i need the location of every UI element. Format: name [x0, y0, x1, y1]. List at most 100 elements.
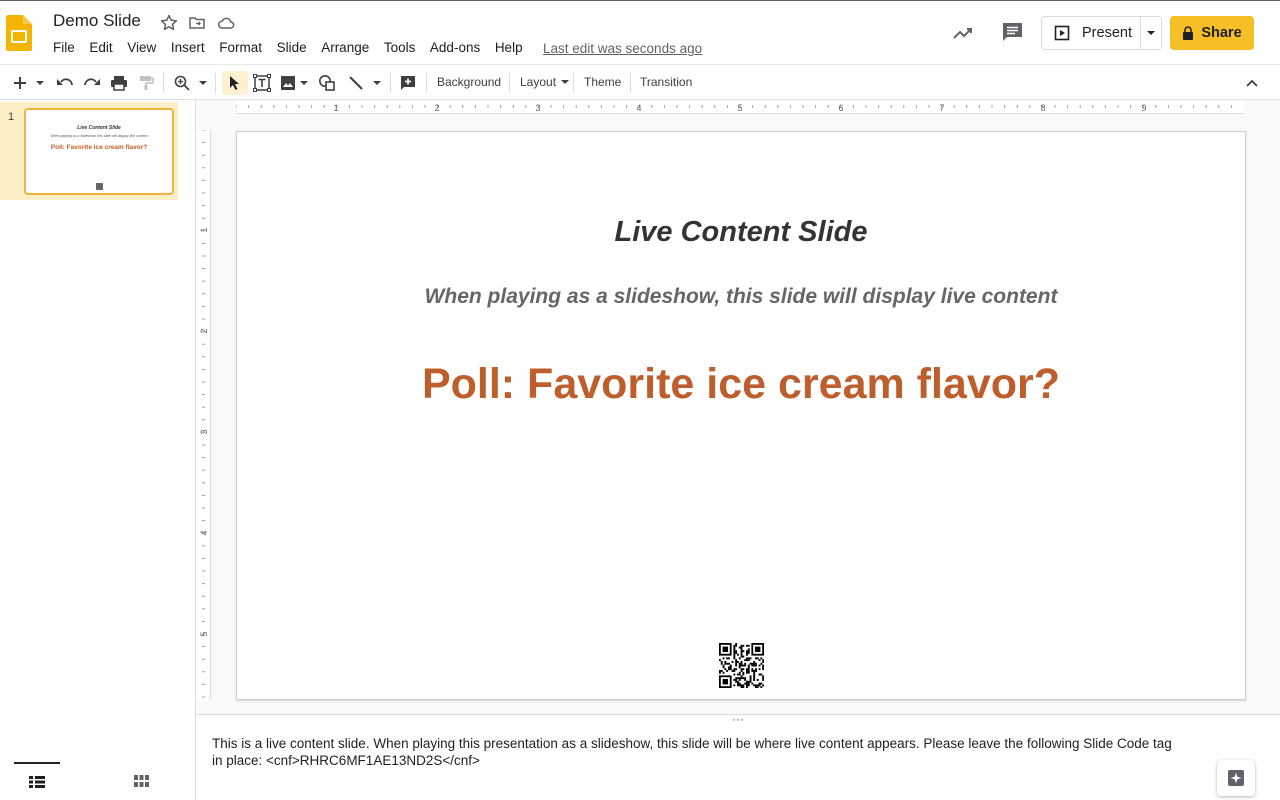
text-box-icon[interactable]: [250, 71, 274, 95]
qr-module: [755, 668, 757, 671]
qr-module: [746, 680, 748, 683]
share-label: Share: [1201, 25, 1242, 41]
thumbnail-subtitle: When playing as a slideshow, this slide …: [50, 134, 148, 138]
shape-icon[interactable]: [315, 71, 339, 95]
menu-view[interactable]: View: [127, 40, 156, 58]
qr-module: [746, 652, 748, 654]
qr-module: [737, 673, 739, 676]
horizontal-ruler[interactable]: 1 2 3 4 5 6 7 8 9: [236, 100, 1244, 114]
comments-icon[interactable]: [1000, 20, 1026, 46]
qr-module: [760, 657, 763, 660]
menu-insert[interactable]: Insert: [171, 40, 205, 58]
qr-module: [751, 682, 754, 685]
layout-button[interactable]: Layout: [520, 75, 570, 89]
qr-module: [733, 684, 736, 687]
undo-icon[interactable]: [53, 71, 77, 95]
slide-canvas[interactable]: Live Content Slide When playing as a sli…: [236, 131, 1246, 700]
qr-module: [751, 664, 754, 667]
qr-module: [744, 659, 747, 662]
present-label: Present: [1082, 25, 1132, 41]
zoom-dropdown-icon[interactable]: [196, 71, 210, 95]
redo-icon[interactable]: [80, 71, 104, 95]
qr-module: [762, 668, 765, 671]
qr-module: [747, 682, 750, 685]
qr-module: [733, 679, 736, 681]
caret-down-icon: [1147, 31, 1155, 35]
present-button[interactable]: Present: [1042, 17, 1141, 49]
qr-module: [746, 650, 748, 653]
qr-module: [762, 659, 765, 662]
toolbar-divider: [630, 73, 631, 93]
speaker-notes-panel[interactable]: This is a live content slide. When playi…: [197, 724, 1280, 800]
share-button[interactable]: Share: [1170, 16, 1254, 50]
menu-tools[interactable]: Tools: [384, 40, 416, 58]
qr-module: [740, 653, 743, 656]
present-options-dropdown[interactable]: [1141, 17, 1161, 49]
slides-logo-icon[interactable]: [6, 15, 32, 51]
qr-module: [756, 657, 759, 660]
image-dropdown-icon[interactable]: [298, 71, 310, 95]
new-slide-layout-dropdown-icon[interactable]: [33, 71, 47, 95]
present-icon: [1054, 25, 1070, 41]
print-icon[interactable]: [107, 71, 131, 95]
menu-help[interactable]: Help: [495, 40, 523, 58]
ruler-mark: 5: [737, 103, 742, 113]
cloud-saved-icon[interactable]: [216, 13, 236, 33]
qr-module: [737, 680, 739, 683]
document-title[interactable]: Demo Slide: [53, 11, 141, 31]
paint-format-icon[interactable]: [134, 71, 158, 95]
qr-module: [735, 659, 738, 662]
menu-file[interactable]: File: [53, 40, 75, 58]
layout-label: Layout: [520, 75, 557, 89]
collapse-icon[interactable]: [1240, 71, 1264, 95]
move-to-folder-icon[interactable]: [187, 13, 207, 33]
slide-subtitle[interactable]: When playing as a slideshow, this slide …: [237, 285, 1245, 309]
vertical-ruler[interactable]: 1 2 3 4 5: [197, 130, 211, 700]
qr-module: [731, 670, 734, 672]
select-icon[interactable]: [222, 71, 248, 95]
qr-module: [758, 684, 761, 687]
slide-thumbnail[interactable]: Live Content Slide When playing as a sli…: [24, 108, 174, 195]
image-icon[interactable]: [278, 71, 298, 95]
qr-module: [719, 671, 721, 674]
background-button[interactable]: Background: [437, 75, 501, 89]
qr-module: [762, 664, 765, 667]
qr-module: [742, 686, 745, 689]
last-edit-link[interactable]: Last edit was seconds ago: [543, 41, 702, 56]
slide-poll-question[interactable]: Poll: Favorite ice cream flavor?: [237, 360, 1245, 409]
notes-resize-handle[interactable]: •••: [197, 714, 1280, 724]
explore-icon[interactable]: [1217, 760, 1255, 796]
qr-module: [735, 677, 738, 680]
new-slide-icon[interactable]: [8, 71, 32, 95]
qr-module: [742, 668, 745, 671]
theme-button[interactable]: Theme: [584, 75, 621, 89]
menu-format[interactable]: Format: [219, 40, 262, 58]
transition-button[interactable]: Transition: [640, 75, 692, 89]
qr-module: [722, 671, 725, 674]
qr-module: [755, 684, 757, 687]
qr-module: [747, 644, 750, 647]
qr-module: [747, 648, 750, 651]
menu-slide[interactable]: Slide: [277, 40, 307, 58]
zoom-icon[interactable]: [170, 71, 194, 95]
star-icon[interactable]: [159, 13, 179, 33]
menu-arrange[interactable]: Arrange: [321, 40, 369, 58]
slide-filmstrip: 1 Live Content Slide When playing as a s…: [0, 100, 196, 762]
list-view-icon[interactable]: [14, 762, 60, 800]
grid-view-icon[interactable]: [118, 762, 164, 800]
filmstrip-slide-row[interactable]: 1 Live Content Slide When playing as a s…: [0, 102, 178, 200]
add-comment-icon[interactable]: [396, 71, 420, 95]
qr-module: [742, 655, 745, 658]
qr-code-image[interactable]: [719, 643, 765, 689]
activity-dashboard-icon[interactable]: [950, 20, 976, 46]
qr-module: [756, 679, 759, 681]
menu-edit[interactable]: Edit: [89, 40, 112, 58]
line-icon[interactable]: [344, 71, 368, 95]
speaker-notes-text[interactable]: This is a live content slide. When playi…: [212, 735, 1172, 769]
line-dropdown-icon[interactable]: [370, 71, 384, 95]
slide-title[interactable]: Live Content Slide: [237, 216, 1245, 249]
qr-module: [724, 662, 727, 665]
qr-module: [733, 650, 736, 653]
menu-add-ons[interactable]: Add-ons: [430, 40, 480, 58]
qr-module: [735, 679, 738, 681]
